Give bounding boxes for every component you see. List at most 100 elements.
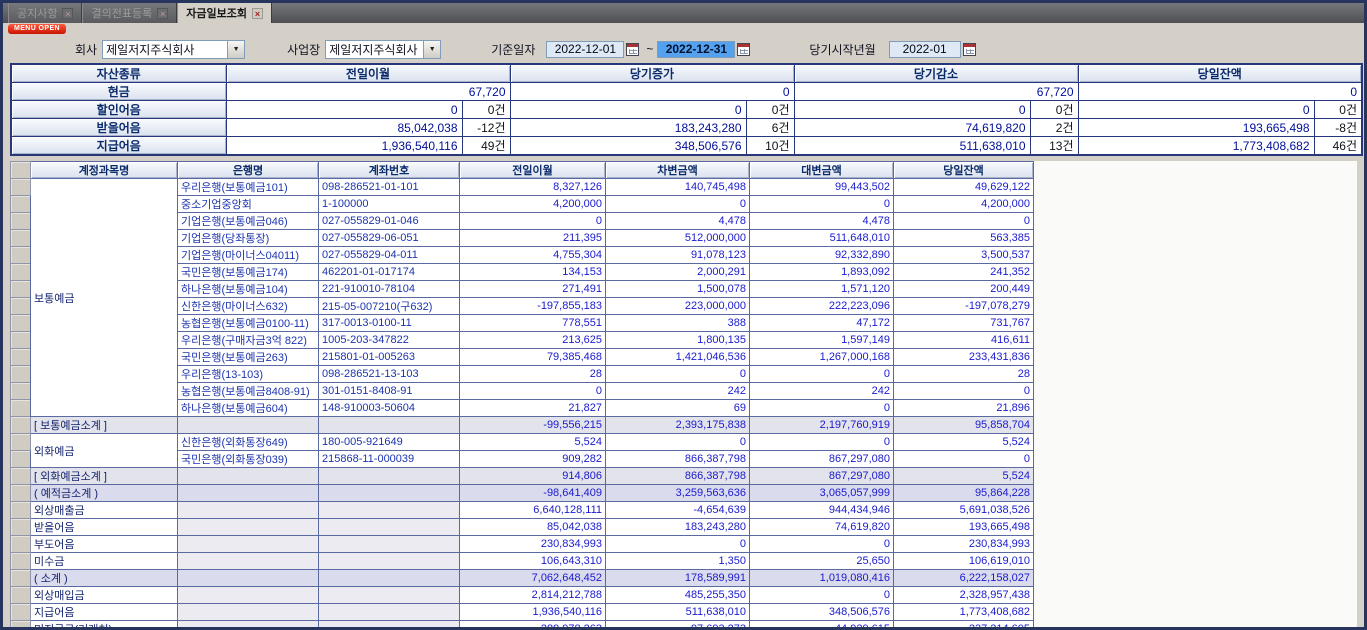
row-indicator[interactable] (11, 383, 31, 400)
prev-carryover-cell[interactable]: 8,327,126 (460, 179, 606, 196)
balance-cell[interactable]: 5,524 (894, 434, 1034, 451)
row-indicator[interactable] (11, 621, 31, 630)
account-number-cell[interactable] (319, 519, 460, 536)
account-number-cell[interactable]: 215801-01-005263 (319, 349, 460, 366)
row-indicator[interactable] (11, 196, 31, 213)
bank-name-cell[interactable] (178, 553, 319, 570)
bank-name-cell[interactable] (178, 570, 319, 587)
debit-cell[interactable]: 0 (606, 536, 750, 553)
row-indicator[interactable] (11, 553, 31, 570)
bank-name-cell[interactable]: 농협은행(보통예금8408-91) (178, 383, 319, 400)
calendar-icon[interactable] (737, 43, 750, 56)
account-name-cell[interactable]: 부도어음 (31, 536, 178, 553)
row-indicator[interactable] (11, 366, 31, 383)
credit-cell[interactable]: 0 (750, 434, 894, 451)
debit-cell[interactable]: 91,078,123 (606, 247, 750, 264)
credit-cell[interactable]: 0 (750, 400, 894, 417)
credit-cell[interactable]: 92,332,890 (750, 247, 894, 264)
debit-cell[interactable]: 1,421,046,536 (606, 349, 750, 366)
row-indicator[interactable] (11, 417, 31, 434)
account-number-cell[interactable]: 180-005-921649 (319, 434, 460, 451)
prev-carryover-cell[interactable]: 271,491 (460, 281, 606, 298)
site-select[interactable]: 제일저지주식회사 ▼ (325, 40, 441, 59)
balance-cell[interactable]: 95,858,704 (894, 417, 1034, 434)
account-number-cell[interactable]: 462201-01-017174 (319, 264, 460, 281)
row-indicator[interactable] (11, 281, 31, 298)
account-number-cell[interactable] (319, 570, 460, 587)
credit-cell[interactable]: 1,019,080,416 (750, 570, 894, 587)
tab-notice[interactable]: 공지사항 × (8, 3, 82, 23)
prev-carryover-cell[interactable]: 914,806 (460, 468, 606, 485)
credit-cell[interactable]: 2,197,760,919 (750, 417, 894, 434)
bank-name-cell[interactable]: 하나은행(보통예금604) (178, 400, 319, 417)
bank-name-cell[interactable] (178, 519, 319, 536)
balance-cell[interactable]: 0 (894, 451, 1034, 468)
bank-name-cell[interactable]: 기업은행(보통예금046) (178, 213, 319, 230)
account-number-cell[interactable] (319, 604, 460, 621)
account-number-cell[interactable]: 148-910003-50604 (319, 400, 460, 417)
credit-cell[interactable]: 0 (750, 196, 894, 213)
balance-cell[interactable]: 49,629,122 (894, 179, 1034, 196)
account-number-cell[interactable] (319, 553, 460, 570)
bank-name-cell[interactable] (178, 468, 319, 485)
credit-cell[interactable]: 944,434,946 (750, 502, 894, 519)
balance-cell[interactable]: 233,431,836 (894, 349, 1034, 366)
debit-cell[interactable]: 0 (606, 366, 750, 383)
debit-cell[interactable]: 485,255,350 (606, 587, 750, 604)
balance-cell[interactable]: 230,834,993 (894, 536, 1034, 553)
debit-cell[interactable]: 866,387,798 (606, 451, 750, 468)
account-name-cell[interactable]: ( 소계 ) (31, 570, 178, 587)
balance-cell[interactable]: 4,200,000 (894, 196, 1034, 213)
account-number-cell[interactable]: 317-0013-0100-11 (319, 315, 460, 332)
chevron-down-icon[interactable]: ▼ (227, 41, 244, 58)
prev-carryover-cell[interactable]: 106,643,310 (460, 553, 606, 570)
credit-cell[interactable]: 0 (750, 366, 894, 383)
account-number-cell[interactable] (319, 485, 460, 502)
bank-name-cell[interactable] (178, 417, 319, 434)
prev-carryover-cell[interactable]: 289,978,263 (460, 621, 606, 630)
balance-cell[interactable]: 3,500,537 (894, 247, 1034, 264)
prev-carryover-cell[interactable]: 4,200,000 (460, 196, 606, 213)
row-indicator[interactable] (11, 536, 31, 553)
debit-cell[interactable]: 866,387,798 (606, 468, 750, 485)
account-name-cell[interactable]: [ 외화예금소계 ] (31, 468, 178, 485)
balance-cell[interactable]: 5,691,038,526 (894, 502, 1034, 519)
row-indicator[interactable] (11, 604, 31, 621)
bank-name-cell[interactable]: 국민은행(외화통장039) (178, 451, 319, 468)
debit-cell[interactable]: 140,745,498 (606, 179, 750, 196)
calendar-icon[interactable] (626, 43, 639, 56)
account-name-cell[interactable]: [ 보통예금소계 ] (31, 417, 178, 434)
debit-cell[interactable]: 2,393,175,838 (606, 417, 750, 434)
debit-cell[interactable]: -4,654,639 (606, 502, 750, 519)
row-indicator[interactable] (11, 213, 31, 230)
prev-carryover-cell[interactable]: 213,625 (460, 332, 606, 349)
row-indicator[interactable] (11, 502, 31, 519)
bank-name-cell[interactable] (178, 621, 319, 630)
prev-carryover-cell[interactable]: 2,814,212,788 (460, 587, 606, 604)
bank-name-cell[interactable]: 국민은행(보통예금174) (178, 264, 319, 281)
credit-cell[interactable]: 1,597,149 (750, 332, 894, 349)
prev-carryover-cell[interactable]: -99,556,215 (460, 417, 606, 434)
prev-carryover-cell[interactable]: 0 (460, 213, 606, 230)
account-name-cell[interactable]: 지급어음 (31, 604, 178, 621)
credit-cell[interactable]: 44,929,615 (750, 621, 894, 630)
row-indicator[interactable] (11, 485, 31, 502)
balance-cell[interactable]: 731,767 (894, 315, 1034, 332)
bank-name-cell[interactable] (178, 536, 319, 553)
bank-name-cell[interactable]: 우리은행(구매자금3억 822) (178, 332, 319, 349)
account-number-cell[interactable] (319, 536, 460, 553)
prev-carryover-cell[interactable]: 6,640,128,111 (460, 502, 606, 519)
debit-cell[interactable]: 1,800,135 (606, 332, 750, 349)
row-indicator[interactable] (11, 247, 31, 264)
prev-carryover-cell[interactable]: 7,062,648,452 (460, 570, 606, 587)
tab-voucher-entry[interactable]: 결의전표등록 × (82, 3, 177, 23)
credit-cell[interactable]: 867,297,080 (750, 468, 894, 485)
row-indicator[interactable] (11, 230, 31, 247)
credit-cell[interactable]: 1,571,120 (750, 281, 894, 298)
bank-name-cell[interactable]: 신한은행(외화통장649) (178, 434, 319, 451)
balance-cell[interactable]: 200,449 (894, 281, 1034, 298)
row-indicator[interactable] (11, 434, 31, 451)
debit-cell[interactable]: 3,259,563,636 (606, 485, 750, 502)
balance-cell[interactable]: 106,619,010 (894, 553, 1034, 570)
date-from-input[interactable]: 2022-12-01 (546, 41, 624, 58)
